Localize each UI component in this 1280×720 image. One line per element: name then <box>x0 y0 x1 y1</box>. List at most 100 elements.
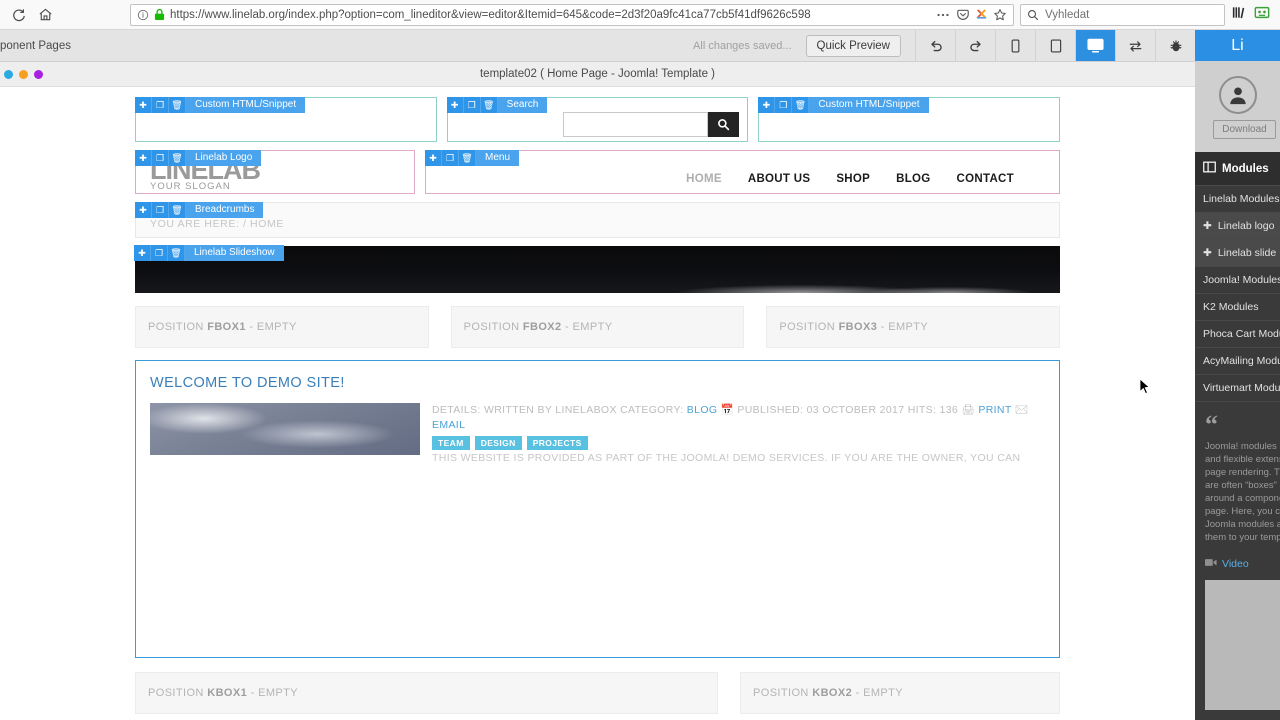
trash-icon[interactable]: 🗑 <box>169 150 186 166</box>
copy-icon[interactable]: ❐ <box>152 150 169 166</box>
tag-design[interactable]: DESIGN <box>474 436 522 450</box>
nav-item-shop[interactable]: SHOP <box>836 173 870 185</box>
sidebar-item-virtuemart-modules[interactable]: Virtuemart Modul <box>1195 375 1280 402</box>
copy-icon[interactable]: ❐ <box>442 150 459 166</box>
pocket-icon[interactable] <box>956 8 970 22</box>
copy-icon[interactable]: ❐ <box>775 97 793 113</box>
site-search-input[interactable] <box>563 112 709 137</box>
star-icon[interactable] <box>993 8 1007 22</box>
move-icon[interactable]: ✚ <box>1203 220 1212 232</box>
url-text[interactable]: https://www.linelab.org/index.php?option… <box>170 9 930 21</box>
bug-icon[interactable] <box>1155 30 1195 61</box>
module-custom-html-1[interactable]: ✚ ❐ 🗑 Custom HTML/Snippet <box>135 97 437 142</box>
move-icon[interactable]: ✚ <box>446 97 464 113</box>
trash-icon[interactable]: 🗑 <box>480 97 498 113</box>
info-icon[interactable] <box>137 9 149 21</box>
tablet-view-button[interactable] <box>1035 30 1075 61</box>
sidebar-item-acymailing-modules[interactable]: AcyMailing Modu <box>1195 348 1280 375</box>
position-kbox2[interactable]: POSITION KBOX2 - EMPTY <box>740 672 1060 714</box>
article-title: WELCOME TO DEMO SITE! <box>150 375 345 391</box>
library-icon[interactable] <box>1231 5 1246 25</box>
move-icon[interactable]: ✚ <box>425 150 442 166</box>
article-email-link[interactable]: EMAIL <box>432 419 465 431</box>
module-label: Custom HTML/Snippet <box>809 97 929 113</box>
trash-icon[interactable]: 🗑 <box>169 97 186 113</box>
row-fbox-positions: POSITION FBOX1 - EMPTY POSITION FBOX2 - … <box>135 306 1061 348</box>
position-fbox1[interactable]: POSITION FBOX1 - EMPTY <box>135 306 429 348</box>
quick-preview-button[interactable]: Quick Preview <box>805 34 901 57</box>
move-icon[interactable]: ✚ <box>134 245 151 261</box>
row-slideshow: ✚ ❐ 🗑 Linelab Slideshow <box>134 245 1060 294</box>
download-button[interactable]: Download <box>1213 119 1276 139</box>
position-fbox3[interactable]: POSITION FBOX3 - EMPTY <box>766 306 1061 348</box>
undo-button[interactable] <box>915 30 955 61</box>
module-custom-html-2[interactable]: ✚ ❐ 🗑 Custom HTML/Snippet <box>758 97 1061 142</box>
mobile-view-button[interactable] <box>995 30 1035 61</box>
article-category-link[interactable]: BLOG <box>687 404 718 416</box>
redo-button[interactable] <box>955 30 995 61</box>
sidebar-video-thumbnail[interactable] <box>1205 580 1280 710</box>
sidebar-item-label: AcyMailing Modu <box>1203 355 1280 367</box>
move-icon[interactable]: ✚ <box>135 202 152 218</box>
tab-component-pages[interactable]: ponent Pages <box>0 30 81 62</box>
nav-item-blog[interactable]: BLOG <box>896 173 930 185</box>
module-search[interactable]: ✚ ❐ 🗑 Search <box>446 97 749 142</box>
ellipsis-icon[interactable] <box>935 9 951 21</box>
breadcrumb: YOU ARE HERE: / HOME <box>150 218 284 230</box>
user-avatar-icon[interactable] <box>1218 75 1257 114</box>
module-menu[interactable]: ✚ ❐ 🗑 Menu HOME ABOUT US SHOP BLOG CONTA… <box>425 150 1060 194</box>
lock-icon[interactable] <box>154 8 165 21</box>
desktop-view-button[interactable] <box>1075 30 1115 61</box>
sidebar-item-k2-modules[interactable]: K2 Modules <box>1195 294 1280 321</box>
sidebar-video-link[interactable]: Video <box>1195 544 1280 570</box>
url-bar[interactable]: https://www.linelab.org/index.php?option… <box>130 3 1014 26</box>
nav-item-about-us[interactable]: ABOUT US <box>748 173 810 185</box>
sidebar-item-linelab-logo[interactable]: ✚ Linelab logo <box>1195 213 1280 240</box>
article-content: DETAILS: WRITTEN BY LINELABOX CATEGORY: … <box>150 403 1045 464</box>
sidebar-item-joomla-modules[interactable]: Joomla! Modules <box>1195 267 1280 294</box>
article-print-link[interactable]: PRINT <box>978 404 1011 416</box>
joomla-icon[interactable] <box>975 8 988 21</box>
trash-icon[interactable]: 🗑 <box>169 202 186 218</box>
position-fbox2[interactable]: POSITION FBOX2 - EMPTY <box>450 306 745 348</box>
position-name: KBOX2 <box>812 687 853 699</box>
tag-projects[interactable]: PROJECTS <box>526 436 588 450</box>
envelope-icon[interactable]: ✉ <box>1015 404 1029 416</box>
module-slideshow[interactable]: ✚ ❐ 🗑 Linelab Slideshow <box>134 245 1060 294</box>
nav-item-home[interactable]: HOME <box>686 173 722 185</box>
article-module[interactable]: WELCOME TO DEMO SITE! DETAILS: WRITTEN B… <box>135 360 1060 658</box>
module-controls: ✚ ❐ 🗑 Menu <box>425 150 520 166</box>
sidebar-item-phoca-cart-modules[interactable]: Phoca Cart Modu <box>1195 321 1280 348</box>
editor-tabs: ponent Pages <box>0 30 81 61</box>
move-icon[interactable]: ✚ <box>758 97 776 113</box>
move-icon[interactable]: ✚ <box>135 97 152 113</box>
module-label: Linelab Slideshow <box>185 245 284 261</box>
module-breadcrumbs[interactable]: ✚ ❐ 🗑 Breadcrumbs YOU ARE HERE: / HOME <box>135 202 1060 238</box>
module-logo[interactable]: ✚ ❐ 🗑 Linelab Logo LINELAB YOUR SLOGAN <box>135 150 415 194</box>
swap-button[interactable] <box>1115 30 1155 61</box>
tag-team[interactable]: TEAM <box>432 436 470 450</box>
copy-icon[interactable]: ❐ <box>463 97 481 113</box>
robot-extension-icon[interactable] <box>1254 5 1270 25</box>
move-icon[interactable]: ✚ <box>135 150 152 166</box>
position-kbox1[interactable]: POSITION KBOX1 - EMPTY <box>135 672 718 714</box>
trash-icon[interactable]: 🗑 <box>792 97 810 113</box>
trash-icon[interactable]: 🗑 <box>168 245 185 261</box>
copy-icon[interactable]: ❐ <box>152 202 169 218</box>
home-icon[interactable] <box>32 2 58 28</box>
copy-icon[interactable]: ❐ <box>151 245 168 261</box>
move-icon[interactable]: ✚ <box>1203 247 1212 259</box>
printer-icon[interactable]: 🖨 <box>961 404 975 416</box>
sidebar-item-linelab-slide[interactable]: ✚ Linelab slide <box>1195 240 1280 267</box>
page-title: template02 ( Home Page - Joomla! Templat… <box>479 68 715 80</box>
article-body: THIS WEBSITE IS PROVIDED AS PART OF THE … <box>432 452 1021 464</box>
copy-icon[interactable]: ❐ <box>152 97 169 113</box>
row-logo-menu: ✚ ❐ 🗑 Linelab Logo LINELAB YOUR SLOGAN ✚… <box>135 150 1060 194</box>
reload-icon[interactable] <box>6 2 32 28</box>
sidebar-item-linelab-modules[interactable]: Linelab Modules <box>1195 186 1280 213</box>
trash-icon[interactable]: 🗑 <box>459 150 476 166</box>
site-search-button[interactable] <box>708 112 740 137</box>
browser-search-bar[interactable]: Vyhledat <box>1020 3 1225 26</box>
module-controls: ✚ ❐ 🗑 Custom HTML/Snippet <box>135 97 306 113</box>
nav-item-contact[interactable]: CONTACT <box>957 173 1014 185</box>
